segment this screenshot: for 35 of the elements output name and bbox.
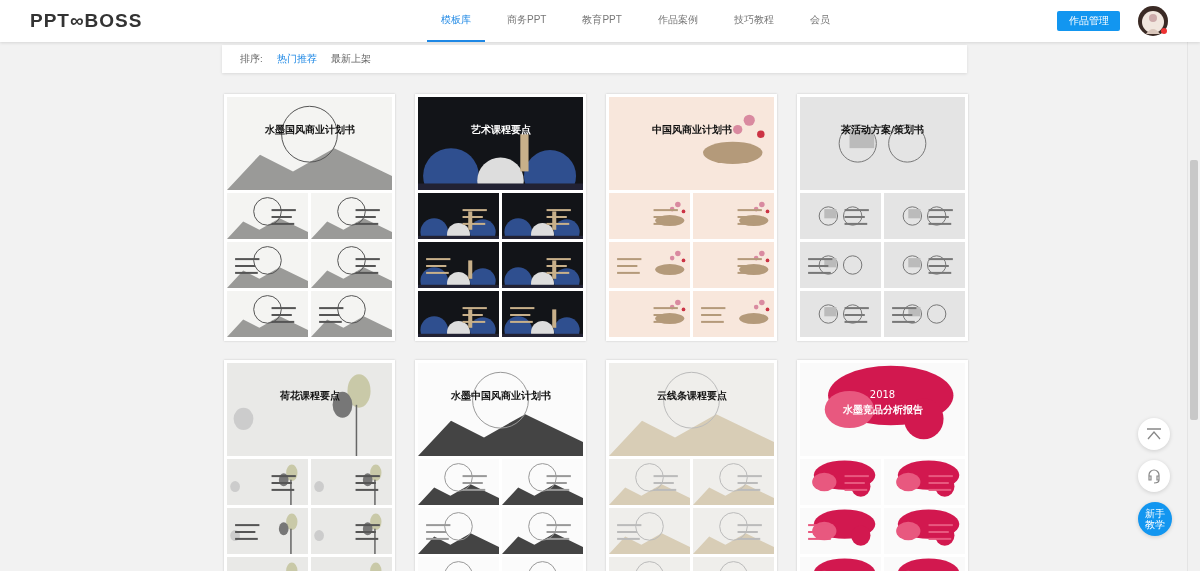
sort-label: 排序: bbox=[240, 52, 263, 66]
template-title: 水墨国风商业计划书 bbox=[264, 123, 355, 137]
manage-button[interactable]: 作品管理 bbox=[1057, 11, 1120, 31]
template-card[interactable]: 水墨中国风商业计划书 bbox=[415, 360, 586, 571]
nav-tab[interactable]: 商务PPT bbox=[493, 0, 561, 42]
template-title: 荷花课程要点 bbox=[279, 389, 340, 403]
template-title: 水墨竞品分析报告 bbox=[842, 403, 923, 417]
template-card[interactable]: 艺术课程要点 bbox=[415, 94, 586, 341]
sort-option[interactable]: 热门推荐 bbox=[276, 52, 317, 66]
nav-tab[interactable]: 会员 bbox=[795, 0, 844, 42]
support-button[interactable] bbox=[1138, 460, 1170, 492]
template-card[interactable]: 荷花课程要点 bbox=[224, 360, 395, 571]
headset-icon bbox=[1146, 468, 1162, 484]
template-title: 云线条课程要点 bbox=[656, 389, 727, 403]
template-card[interactable]: 2018 水墨竞品分析报告 bbox=[797, 360, 968, 571]
cover-year: 2018 bbox=[869, 389, 896, 400]
nav-tab[interactable]: 教育PPT bbox=[568, 0, 636, 42]
template-title: 中国风商业计划书 bbox=[651, 123, 732, 137]
template-card[interactable]: 中国风商业计划书 bbox=[606, 94, 777, 341]
template-title: 艺术课程要点 bbox=[470, 123, 531, 137]
nav-tab[interactable]: 作品案例 bbox=[643, 0, 712, 42]
template-card[interactable]: 云线条课程要点 bbox=[606, 360, 777, 571]
scrollbar-thumb[interactable] bbox=[1190, 160, 1198, 420]
nav-tab[interactable]: 模板库 bbox=[427, 0, 485, 42]
sort-option[interactable]: 最新上架 bbox=[330, 52, 371, 66]
avatar[interactable] bbox=[1138, 6, 1168, 36]
back-to-top-icon bbox=[1146, 428, 1162, 440]
template-title: 水墨中国风商业计划书 bbox=[450, 389, 551, 403]
logo[interactable]: PPT∞BOSS bbox=[30, 10, 370, 32]
back-to-top-button[interactable] bbox=[1138, 418, 1170, 450]
template-card[interactable]: 茶活动方案/策划书 bbox=[797, 94, 968, 341]
nav-tab[interactable]: 技巧教程 bbox=[719, 0, 788, 42]
template-title: 茶活动方案/策划书 bbox=[840, 123, 925, 137]
template-card[interactable]: 水墨国风商业计划书 bbox=[224, 94, 395, 341]
tutorial-button[interactable]: 新手教学 bbox=[1138, 502, 1172, 536]
